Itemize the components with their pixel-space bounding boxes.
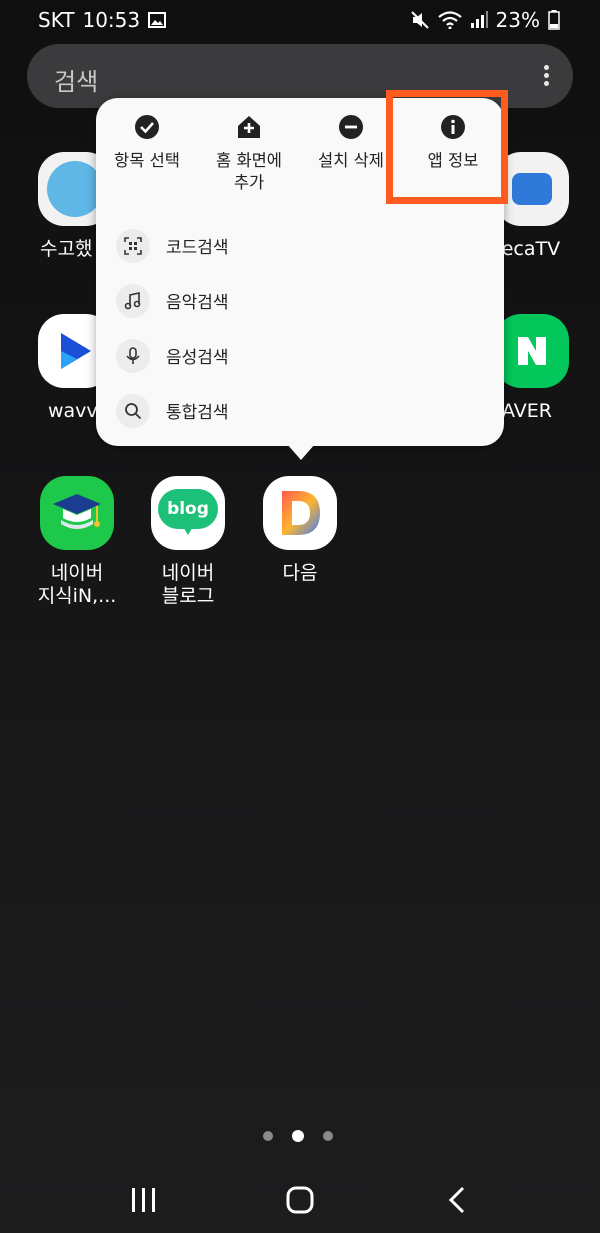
home-icon[interactable] (282, 1182, 318, 1218)
shortcut-voice-search[interactable]: 음성검색 (96, 328, 504, 383)
app-label-line1: 네이버 (161, 562, 215, 584)
search-icon (116, 393, 150, 428)
shortcut-label: 음성검색 (166, 348, 229, 368)
clock: 10:53 (82, 8, 141, 32)
battery-icon (548, 10, 560, 30)
add-home-icon (238, 116, 260, 138)
gallery-icon (148, 12, 167, 28)
shortcut-label: 음악검색 (166, 293, 229, 313)
app-label: 다음 (282, 562, 318, 584)
naver-blog-app-icon: blog (151, 476, 225, 550)
battery-percent: 23% (495, 8, 540, 32)
wifi-icon (437, 11, 462, 29)
add-to-home-label-line1: 홈 화면에 (216, 151, 282, 170)
menu-pointer-arrow (287, 444, 315, 460)
naver-app-icon (495, 314, 569, 388)
music-note-icon (116, 283, 150, 318)
daum-logo-icon (282, 491, 320, 535)
carrier-label: SKT (38, 8, 75, 32)
page-dot-active[interactable] (292, 1130, 304, 1142)
app-label-line1: 네이버 (50, 562, 104, 584)
app-label: 네이버 지식iN,... (22, 562, 132, 608)
shortcut-label: 코드검색 (166, 238, 229, 258)
naver-n-icon (518, 337, 546, 365)
shortcut-code-search[interactable]: 코드검색 (96, 218, 504, 273)
recent-apps-icon[interactable] (126, 1182, 162, 1218)
shortcut-label: 통합검색 (166, 403, 229, 423)
mute-icon (410, 11, 429, 29)
add-to-home-label-line2: 추가 (233, 173, 265, 192)
naver-kin-app[interactable]: 네이버 지식iN,... (22, 476, 132, 608)
navigation-bar (0, 1168, 600, 1233)
status-bar: SKT 10:53 23% (0, 0, 600, 38)
minus-circle-icon (339, 115, 363, 139)
search-placeholder: 검색 (54, 68, 99, 96)
app-label-line2: 블로그 (161, 585, 215, 607)
naver-blog-app[interactable]: blog 네이버 블로그 (133, 476, 243, 608)
wavve-logo-icon (61, 333, 91, 369)
shortcut-integrated-search[interactable]: 통합검색 (96, 383, 504, 438)
microphone-icon (116, 338, 150, 373)
highlight-box (386, 90, 508, 204)
status-right: 23% (410, 8, 560, 32)
app-label: 네이버 블로그 (133, 562, 243, 608)
select-items-button[interactable]: 항목 선택 (96, 98, 198, 200)
more-options-icon[interactable] (541, 62, 551, 92)
status-left: SKT 10:53 (38, 8, 167, 32)
back-icon[interactable] (440, 1182, 476, 1218)
blog-logo-text: blog (158, 489, 218, 529)
shortcut-list: 코드검색 음악검색 음성검색 통합검색 (96, 218, 504, 438)
add-to-home-button[interactable]: 홈 화면에 추가 (198, 98, 300, 200)
daum-app-icon (263, 476, 337, 550)
naver-kin-app-icon (40, 476, 114, 550)
page-dot[interactable] (323, 1131, 333, 1141)
signal-icon (470, 11, 488, 28)
shortcut-music-search[interactable]: 음악검색 (96, 273, 504, 328)
add-to-home-label: 홈 화면에 추가 (198, 150, 300, 194)
select-items-label: 항목 선택 (114, 151, 180, 170)
check-circle-icon (135, 115, 159, 139)
app-label-line2: 지식iN,... (37, 585, 117, 607)
daum-app[interactable]: 다음 (245, 476, 355, 585)
graduation-cap-icon (53, 494, 101, 529)
page-indicator (263, 1130, 333, 1142)
page-dot[interactable] (263, 1131, 273, 1141)
qr-code-icon (116, 228, 150, 263)
